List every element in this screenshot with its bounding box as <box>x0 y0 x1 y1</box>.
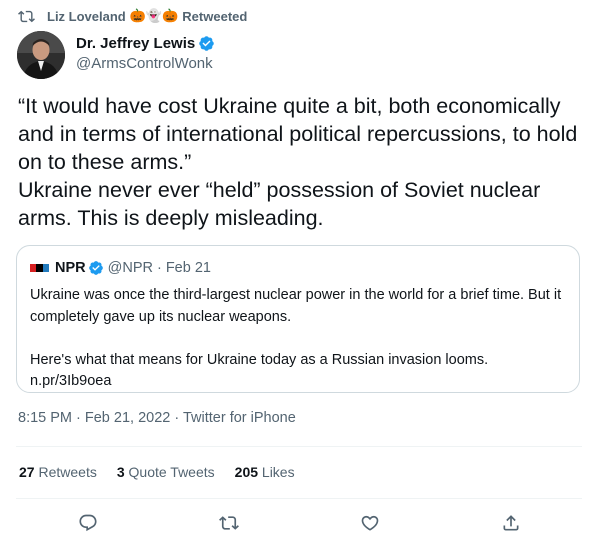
divider <box>16 446 582 447</box>
avatar[interactable] <box>17 31 65 79</box>
quote-date[interactable]: Feb 21 <box>166 260 211 276</box>
retweet-button[interactable] <box>219 513 239 533</box>
quote-text: Ukraine was once the third-largest nucle… <box>30 287 562 389</box>
quote-author-handle[interactable]: @NPR <box>108 260 153 276</box>
quote-author-name[interactable]: NPR <box>55 260 86 276</box>
like-button[interactable] <box>360 513 380 533</box>
divider <box>16 498 582 499</box>
tweet-stats: 27 Retweets 3 Quote Tweets 205 Likes <box>19 464 315 480</box>
retweeter-emoji: 🎃👻🎃 <box>129 8 179 23</box>
share-icon <box>503 515 519 531</box>
tweet-text: “It would have cost Ukraine quite a bit,… <box>18 94 578 230</box>
retweet-header[interactable]: Liz Loveland 🎃👻🎃 Retweeted <box>18 6 247 26</box>
avatar-image <box>17 31 65 79</box>
likes-stat[interactable]: 205 Likes <box>235 464 295 480</box>
quotes-label: Quote Tweets <box>128 464 215 480</box>
tweet: Liz Loveland 🎃👻🎃 Retweeted Dr. Jeffrey L… <box>0 0 598 547</box>
author-display-name[interactable]: Dr. Jeffrey Lewis <box>76 35 195 52</box>
quotes-count: 3 <box>116 464 125 480</box>
verified-badge-icon <box>88 261 103 275</box>
quoted-tweet[interactable]: NPR @NPR · Feb 21 Ukraine was once the t… <box>16 245 580 393</box>
like-icon <box>361 515 379 531</box>
npr-logo-blue <box>42 264 49 272</box>
likes-label: Likes <box>261 464 295 480</box>
retweets-count: 27 <box>19 464 35 480</box>
quotes-stat[interactable]: 3 Quote Tweets <box>117 464 215 480</box>
tweet-timestamp[interactable]: 8:15 PM · Feb 21, 2022 · Twitter for iPh… <box>18 410 296 426</box>
retweet-icon <box>18 10 35 22</box>
reply-button[interactable] <box>78 513 98 533</box>
verified-badge-icon <box>199 35 214 51</box>
action-bar <box>0 510 598 536</box>
reply-icon <box>79 514 97 532</box>
share-button[interactable] <box>501 513 521 533</box>
retweets-stat[interactable]: 27 Retweets <box>19 464 97 480</box>
retweeter-name[interactable]: Liz Loveland <box>47 9 126 24</box>
author-handle[interactable]: @ArmsControlWonk <box>76 55 215 72</box>
author[interactable]: Dr. Jeffrey Lewis @ArmsControlWonk <box>76 33 215 72</box>
retweeted-label: Retweeted <box>182 8 248 24</box>
quote-header: NPR @NPR · Feb 21 <box>30 258 211 278</box>
likes-count: 205 <box>234 464 259 480</box>
retweets-label: Retweets <box>38 464 97 480</box>
quote-separator: · <box>156 260 162 276</box>
retweet-icon <box>219 516 239 530</box>
npr-logo-icon <box>30 264 49 272</box>
